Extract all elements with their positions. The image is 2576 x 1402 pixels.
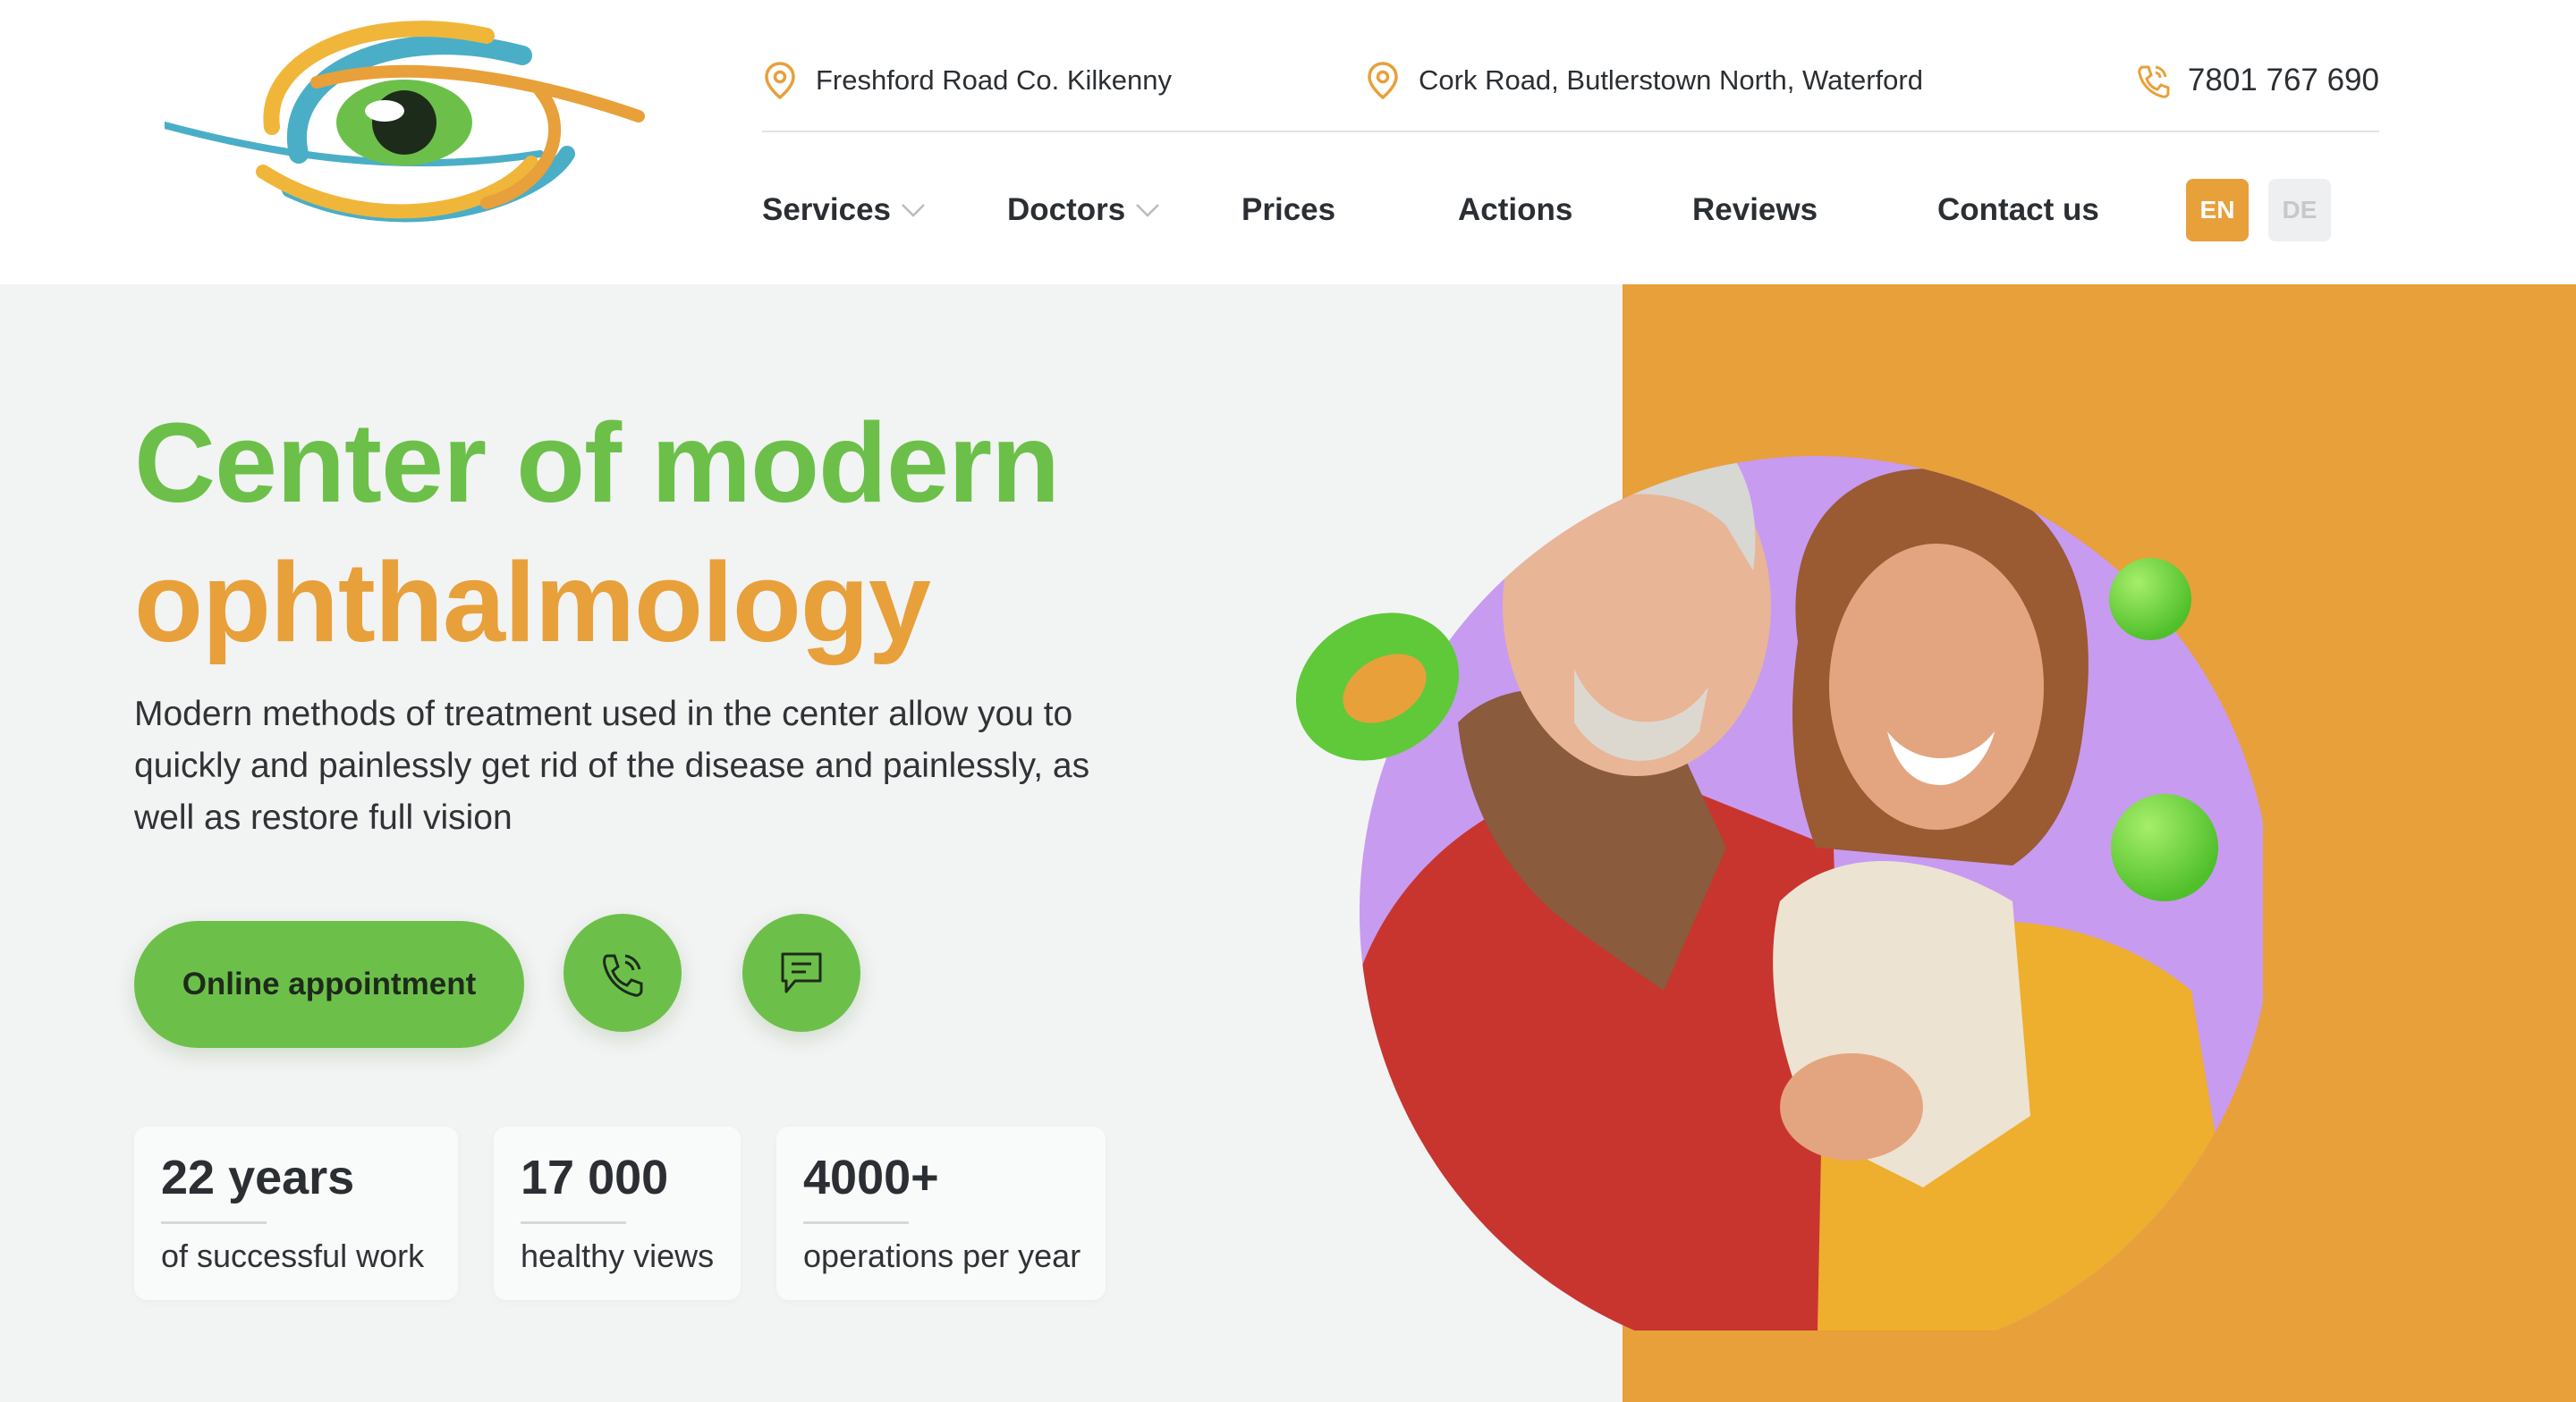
address-kilkenny[interactable]: Freshford Road Co. Kilkenny	[762, 52, 1172, 109]
stat-card-operations: 4000+ operations per year	[776, 1127, 1106, 1300]
chevron-down-icon	[1136, 204, 1160, 217]
nav-label: Doctors	[1007, 192, 1126, 227]
nav-contact-us[interactable]: Contact us	[1937, 179, 2099, 241]
nav-reviews[interactable]: Reviews	[1692, 179, 1818, 241]
hero-title: Center of modern ophthalmology	[134, 393, 1060, 672]
nav-services[interactable]: Services	[762, 179, 927, 241]
location-pin-icon	[1368, 62, 1398, 100]
chat-icon	[781, 952, 822, 993]
site-header: Freshford Road Co. Kilkenny Cork Road, B…	[0, 0, 2576, 284]
stat-value: 22 years	[161, 1151, 355, 1204]
main-nav: Services Doctors Prices Actions Reviews …	[762, 179, 2379, 241]
hero-title-line1: Center of modern	[134, 400, 1060, 526]
call-button[interactable]	[564, 914, 682, 1032]
stat-card-views: 17 000 healthy views	[494, 1127, 741, 1300]
stat-label: operations per year	[803, 1237, 1081, 1274]
address-waterford[interactable]: Cork Road, Butlerstown North, Waterford	[1365, 52, 1923, 109]
nav-prices[interactable]: Prices	[1241, 179, 1335, 241]
header-divider	[762, 131, 2379, 132]
stat-value: 4000+	[803, 1151, 939, 1204]
chevron-down-icon	[902, 204, 925, 217]
stat-label: healthy views	[521, 1237, 715, 1274]
online-appointment-button[interactable]: Online appointment	[134, 921, 524, 1048]
hero-couple-photo	[1295, 456, 2263, 1330]
hero-description: Modern methods of treatment used in the …	[134, 695, 1090, 837]
eye-logo[interactable]	[165, 20, 648, 227]
phone-icon	[2138, 65, 2170, 98]
address-text: Cork Road, Butlerstown North, Waterford	[1419, 64, 1923, 96]
lang-de-button[interactable]: DE	[2268, 179, 2331, 241]
phone-link[interactable]: 7801 767 690	[2134, 52, 2379, 109]
stat-value: 17 000	[521, 1151, 669, 1204]
green-ball-decoration	[2111, 794, 2218, 901]
chat-button[interactable]	[742, 914, 860, 1032]
lang-en-button[interactable]: EN	[2186, 179, 2249, 241]
stat-card-years: 22 years of successful work	[134, 1127, 458, 1300]
green-ball-decoration	[2109, 558, 2191, 640]
nav-label: Contact us	[1937, 192, 2099, 227]
phone-number: 7801 767 690	[2187, 63, 2379, 97]
nav-label: Services	[762, 192, 892, 227]
stat-divider	[161, 1221, 267, 1224]
hero-section: Center of modern ophthalmology Modern me…	[0, 284, 2576, 1402]
stat-divider	[803, 1221, 909, 1224]
nav-label: Prices	[1241, 192, 1336, 227]
contact-bar: Freshford Road Co. Kilkenny Cork Road, B…	[762, 52, 2379, 132]
address-text: Freshford Road Co. Kilkenny	[816, 64, 1173, 96]
nav-doctors[interactable]: Doctors	[1007, 179, 1161, 241]
hero-title-line2: ophthalmology	[134, 539, 931, 665]
stat-divider	[521, 1221, 626, 1224]
nav-actions[interactable]: Actions	[1458, 179, 1572, 241]
nav-label: Reviews	[1692, 192, 1818, 227]
location-pin-icon	[765, 62, 795, 100]
nav-label: Actions	[1458, 192, 1573, 227]
stat-label: of successful work	[161, 1237, 425, 1274]
phone-icon	[603, 954, 643, 997]
